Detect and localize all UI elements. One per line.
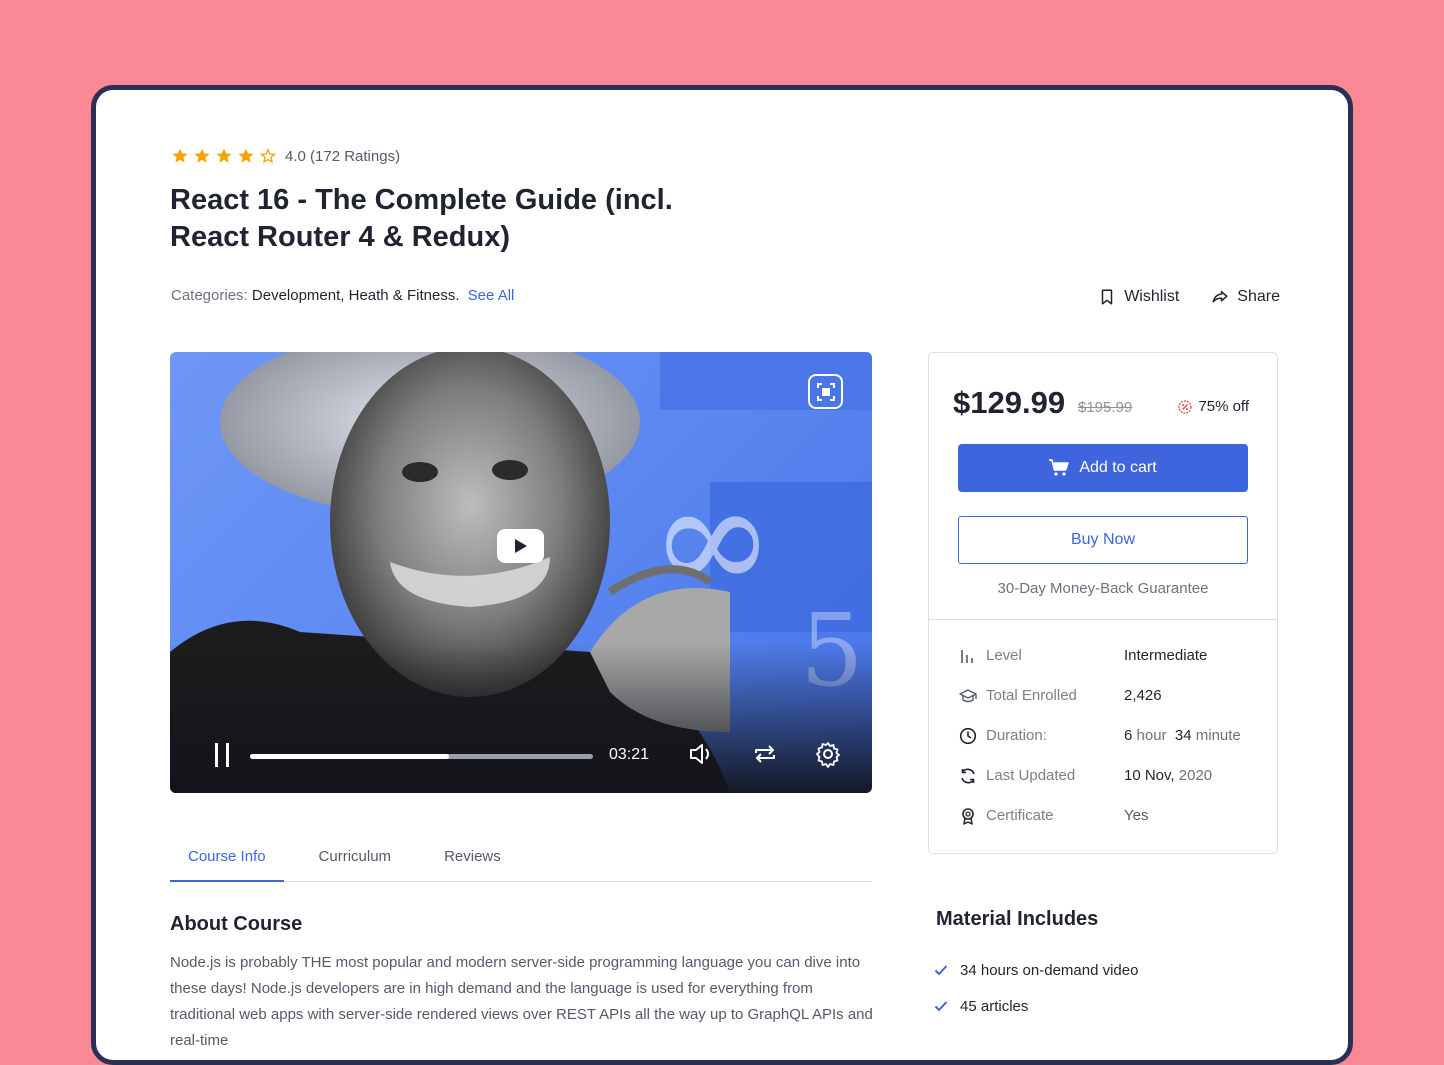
discount-text: 75% off	[1198, 398, 1249, 415]
level-icon	[961, 650, 973, 663]
updated-label: Last Updated	[986, 767, 1076, 784]
level-value: Intermediate	[1124, 647, 1208, 664]
updated-day-month: 10 Nov,	[1124, 767, 1175, 784]
material-item: 45 articles	[960, 997, 1029, 1015]
about-text: Node.js is probably THE most popular and…	[170, 954, 873, 1049]
cart-icon	[1049, 459, 1070, 476]
star-filled-icon	[238, 148, 254, 163]
video-progress-bar[interactable]	[250, 754, 593, 759]
duration-hours: 6	[1124, 727, 1133, 744]
meta-duration: Duration: 6 hour 34 minute	[959, 725, 1259, 765]
rating-text: 4.0 (172 Ratings)	[285, 147, 401, 165]
original-price: $195.99	[1078, 399, 1133, 416]
course-actions: Wishlist Share	[1098, 288, 1280, 306]
course-meta: Level Intermediate Total Enrolled 2,426 …	[959, 645, 1259, 845]
pause-button[interactable]	[214, 743, 232, 767]
duration-value: 6 hour 34 minute	[1124, 727, 1241, 744]
materials-list: 34 hours on-demand video 45 articles	[934, 952, 1138, 1024]
pricing-card: $129.99 $195.99 75% off Add to cart Buy …	[928, 352, 1278, 854]
tab-curriculum[interactable]: Curriculum	[301, 840, 410, 882]
divider	[929, 619, 1277, 620]
discount-badge: 75% off	[1178, 398, 1249, 415]
video-overlay	[170, 643, 872, 793]
video-progress-fill	[250, 754, 449, 759]
fullscreen-icon	[816, 382, 835, 401]
buy-now-button[interactable]: Buy Now	[958, 516, 1248, 564]
repeat-icon[interactable]	[751, 740, 779, 768]
list-item: 45 articles	[934, 988, 1138, 1024]
meta-updated: Last Updated 10 Nov, 2020	[959, 765, 1259, 805]
certificate-label: Certificate	[986, 807, 1054, 824]
pause-icon	[226, 743, 229, 767]
video-player[interactable]: ∞ √2 5	[170, 352, 872, 793]
graduation-cap-icon	[959, 689, 977, 703]
current-price: $129.99	[953, 385, 1066, 420]
refresh-icon	[961, 768, 975, 784]
volume-icon[interactable]	[687, 740, 715, 768]
level-label: Level	[986, 647, 1022, 664]
course-rating: 4.0 (172 Ratings)	[171, 147, 400, 165]
duration-minutes: 34	[1174, 727, 1192, 744]
certificate-value: Yes	[1124, 807, 1149, 824]
settings-icon[interactable]	[814, 740, 842, 768]
duration-hours-unit: hour	[1136, 727, 1167, 744]
play-icon	[514, 539, 527, 553]
about-heading: About Course	[170, 913, 303, 935]
star-filled-icon	[216, 148, 232, 163]
duration-label: Duration:	[986, 727, 1047, 744]
video-controls: 03:21	[170, 740, 872, 770]
add-to-cart-label: Add to cart	[1079, 459, 1157, 476]
share-icon	[1212, 291, 1228, 303]
pause-icon	[215, 743, 218, 767]
meta-level: Level Intermediate	[959, 645, 1259, 685]
check-icon	[934, 1001, 948, 1012]
updated-value: 10 Nov, 2020	[1124, 767, 1212, 784]
enrolled-value: 2,426	[1124, 687, 1162, 704]
course-title: React 16 - The Complete Guide (incl. Rea…	[170, 184, 673, 253]
see-all-link[interactable]: See All	[468, 287, 515, 304]
categories: Categories: Development, Heath & Fitness…	[171, 287, 514, 304]
meta-enrolled: Total Enrolled 2,426	[959, 685, 1259, 725]
money-back-guarantee: 30-Day Money-Back Guarantee	[997, 580, 1209, 597]
check-icon	[934, 965, 948, 976]
tab-course-info[interactable]: Course Info	[170, 840, 284, 882]
fullscreen-button[interactable]	[808, 374, 843, 409]
course-page: 4.0 (172 Ratings) React 16 - The Complet…	[91, 85, 1353, 1065]
add-to-cart-button[interactable]: Add to cart	[958, 444, 1248, 492]
wishlist-button[interactable]: Wishlist	[1098, 288, 1179, 306]
enrolled-label: Total Enrolled	[986, 687, 1077, 704]
meta-certificate: Certificate Yes	[959, 805, 1259, 845]
tab-reviews[interactable]: Reviews	[426, 840, 519, 882]
video-time: 03:21	[609, 746, 650, 763]
course-tabs: Course Info Curriculum Reviews	[170, 840, 872, 882]
updated-year: 2020	[1178, 767, 1213, 784]
wishlist-label: Wishlist	[1124, 288, 1180, 305]
share-button[interactable]: Share	[1211, 288, 1280, 306]
bookmark-icon	[1101, 289, 1113, 305]
categories-label: Categories:	[171, 287, 248, 304]
star-outline-icon	[259, 147, 277, 164]
list-item: 34 hours on-demand video	[934, 952, 1138, 988]
duration-minutes-unit: minute	[1195, 727, 1241, 744]
material-item: 34 hours on-demand video	[960, 961, 1139, 979]
star-filled-icon	[194, 148, 210, 163]
clock-icon	[959, 727, 977, 745]
star-filled-icon	[172, 148, 188, 163]
play-button[interactable]	[497, 529, 544, 563]
discount-icon	[1178, 399, 1193, 414]
certificate-icon	[962, 808, 974, 825]
share-label: Share	[1237, 288, 1280, 305]
materials-heading: Material Includes	[936, 908, 1099, 930]
categories-values: Development, Heath & Fitness.	[251, 287, 460, 304]
